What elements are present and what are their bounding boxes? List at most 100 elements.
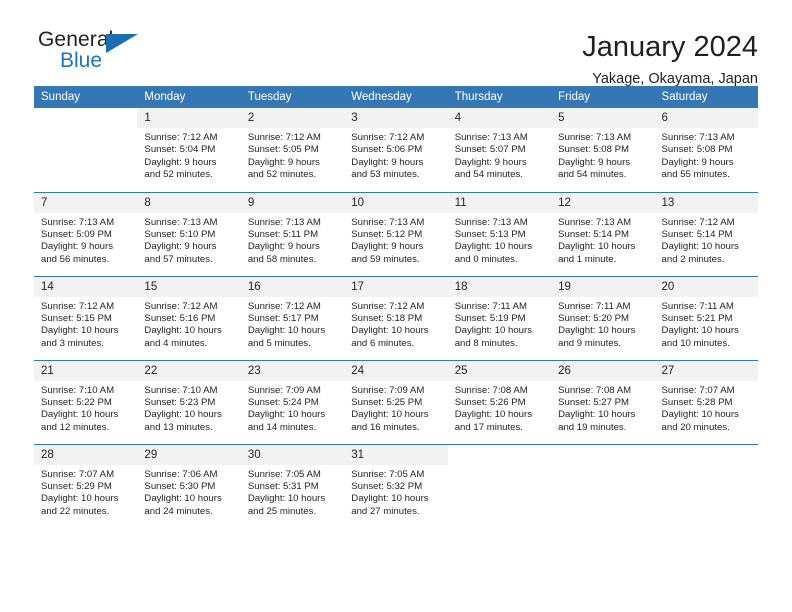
detail-sunset: Sunset: 5:08 PM [558,144,630,156]
detail-sunrise: Sunrise: 7:13 AM [247,216,321,228]
calendar-day-cell[interactable]: 15 Sunrise: 7:12 AM Sunset: 5:16 PM Dayligh… [137,275,241,360]
detail-daylight-line2: and 3 minutes. [41,337,104,349]
detail-sunset: Sunset: 5:07 PM [454,144,526,156]
day-number: 4 [447,108,552,128]
calendar-day-cell[interactable]: 20 Sunrise: 7:11 AM Sunset: 5:21 PM Dayligh… [654,275,758,360]
detail-sunrise: Sunrise: 7:09 AM [247,384,321,396]
day-number: 18 [447,276,552,297]
day-details: Sunrise: 7:09 AM Sunset: 5:25 PM Daylight:… [344,381,447,435]
logo-text-blue: Blue [60,49,103,72]
calendar-day-cell[interactable]: 28 Sunrise: 7:07 AM Sunset: 5:29 PM Dayligh… [34,443,138,528]
calendar-day-cell[interactable]: 26 Sunrise: 7:08 AM Sunset: 5:27 PM Dayligh… [551,359,655,444]
calendar-day-cell-empty [34,108,138,192]
detail-daylight-line2: and 9 minutes. [558,337,622,349]
day-number [551,444,655,465]
calendar-day-cell[interactable]: 16 Sunrise: 7:12 AM Sunset: 5:17 PM Dayligh… [240,275,345,360]
calendar-day-cell[interactable]: 30 Sunrise: 7:05 AM Sunset: 5:31 PM Dayligh… [240,443,345,528]
detail-daylight-line2: and 57 minutes. [144,253,213,265]
day-details: Sunrise: 7:13 AM Sunset: 5:09 PM Daylight:… [34,213,137,267]
calendar-week-row: 1 Sunrise: 7:12 AM Sunset: 5:04 PM Daylight… [34,108,758,192]
calendar-day-cell[interactable]: 25 Sunrise: 7:08 AM Sunset: 5:26 PM Dayligh… [447,359,552,444]
calendar-day-cell[interactable]: 18 Sunrise: 7:11 AM Sunset: 5:19 PM Dayligh… [447,275,552,360]
day-details: Sunrise: 7:13 AM Sunset: 5:07 PM Daylight:… [448,128,551,182]
day-details: Sunrise: 7:08 AM Sunset: 5:27 PM Daylight:… [551,381,654,435]
detail-daylight-line1: Daylight: 10 hours [661,409,739,421]
calendar-day-cell[interactable]: 13 Sunrise: 7:12 AM Sunset: 5:14 PM Dayligh… [654,191,758,276]
day-number [34,108,138,128]
day-number: 28 [34,444,138,465]
day-details: Sunrise: 7:12 AM Sunset: 5:06 PM Daylight:… [344,128,447,182]
day-details: Sunrise: 7:12 AM Sunset: 5:14 PM Daylight:… [655,213,758,267]
day-number: 27 [654,360,758,381]
detail-daylight-line2: and 5 minutes. [247,337,311,349]
day-number: 25 [447,360,552,381]
calendar-day-cell[interactable]: 10 Sunrise: 7:13 AM Sunset: 5:12 PM Dayligh… [344,191,448,276]
calendar-day-cell[interactable]: 3 Sunrise: 7:12 AM Sunset: 5:06 PM Daylight… [344,108,448,192]
calendar-day-cell[interactable]: 27 Sunrise: 7:07 AM Sunset: 5:28 PM Dayligh… [654,359,758,444]
day-details: Sunrise: 7:13 AM Sunset: 5:10 PM Daylight:… [137,213,240,267]
calendar-day-cell[interactable]: 22 Sunrise: 7:10 AM Sunset: 5:23 PM Dayligh… [137,359,241,444]
detail-daylight-line2: and 52 minutes. [247,169,317,181]
calendar-week-row: 21 Sunrise: 7:10 AM Sunset: 5:22 PM Dayligh… [34,359,758,444]
calendar-day-cell[interactable]: 2 Sunrise: 7:12 AM Sunset: 5:05 PM Daylight… [240,108,345,192]
calendar-day-cell[interactable]: 1 Sunrise: 7:12 AM Sunset: 5:04 PM Daylight… [137,108,241,192]
day-number: 30 [240,444,345,465]
day-number: 26 [551,360,655,381]
detail-daylight-line2: and 14 minutes. [247,421,317,433]
detail-daylight-line1: Daylight: 9 hours [144,241,217,253]
general-blue-logo[interactable]: General Blue [34,28,154,76]
day-number: 16 [240,276,345,297]
title-block: January 2024 Yakage, Okayama, Japan [582,28,758,90]
detail-daylight-line2: and 20 minutes. [661,421,730,433]
detail-sunset: Sunset: 5:08 PM [661,144,733,156]
detail-daylight-line1: Daylight: 10 hours [41,325,119,337]
day-number: 13 [654,192,758,213]
day-details: Sunrise: 7:12 AM Sunset: 5:05 PM Daylight:… [241,128,344,182]
day-details: Sunrise: 7:13 AM Sunset: 5:14 PM Daylight:… [551,213,654,267]
day-number: 22 [137,360,241,381]
detail-daylight-line2: and 27 minutes. [351,505,420,517]
detail-daylight-line1: Daylight: 10 hours [41,493,119,505]
day-number: 7 [34,192,138,213]
day-number: 9 [240,192,345,213]
calendar-day-cell[interactable]: 9 Sunrise: 7:13 AM Sunset: 5:11 PM Daylight… [240,191,345,276]
detail-sunset: Sunset: 5:10 PM [144,228,216,240]
detail-sunset: Sunset: 5:29 PM [41,480,112,492]
calendar-day-cell[interactable]: 14 Sunrise: 7:12 AM Sunset: 5:15 PM Dayligh… [34,275,138,360]
detail-sunset: Sunset: 5:06 PM [351,144,423,156]
calendar-day-cell[interactable]: 12 Sunrise: 7:13 AM Sunset: 5:14 PM Dayligh… [551,191,655,276]
calendar-day-cell[interactable]: 11 Sunrise: 7:13 AM Sunset: 5:13 PM Dayligh… [447,191,552,276]
calendar-day-cell[interactable]: 8 Sunrise: 7:13 AM Sunset: 5:10 PM Daylight… [137,191,241,276]
day-number: 20 [654,276,758,297]
detail-daylight-line2: and 6 minutes. [351,337,415,349]
detail-daylight-line1: Daylight: 9 hours [454,156,527,168]
calendar-day-cell[interactable]: 29 Sunrise: 7:06 AM Sunset: 5:30 PM Dayligh… [137,443,241,528]
weekday-header-wednesday: Wednesday [344,86,448,108]
calendar-day-cell[interactable]: 31 Sunrise: 7:05 AM Sunset: 5:32 PM Dayligh… [344,443,448,528]
calendar-day-cell[interactable]: 23 Sunrise: 7:09 AM Sunset: 5:24 PM Dayligh… [240,359,345,444]
detail-sunset: Sunset: 5:21 PM [661,312,733,324]
day-details: Sunrise: 7:08 AM Sunset: 5:26 PM Daylight:… [448,381,551,435]
calendar-day-cell[interactable]: 19 Sunrise: 7:11 AM Sunset: 5:20 PM Dayligh… [551,275,655,360]
day-details: Sunrise: 7:13 AM Sunset: 5:12 PM Daylight:… [344,213,447,267]
day-details: Sunrise: 7:06 AM Sunset: 5:30 PM Daylight:… [137,465,240,519]
calendar-day-cell[interactable]: 5 Sunrise: 7:13 AM Sunset: 5:08 PM Daylight… [551,108,655,192]
detail-sunset: Sunset: 5:11 PM [247,228,319,240]
detail-daylight-line2: and 55 minutes. [661,169,730,181]
day-number: 31 [344,444,448,465]
page-subtitle-location: Yakage, Okayama, Japan [592,71,758,87]
day-number: 11 [447,192,552,213]
detail-daylight-line1: Daylight: 10 hours [351,325,429,337]
calendar-day-cell[interactable]: 21 Sunrise: 7:10 AM Sunset: 5:22 PM Dayligh… [34,359,138,444]
day-number: 1 [137,108,241,128]
detail-daylight-line1: Daylight: 10 hours [144,493,222,505]
calendar-day-cell[interactable]: 4 Sunrise: 7:13 AM Sunset: 5:07 PM Daylight… [447,108,552,192]
detail-daylight-line1: Daylight: 10 hours [144,409,222,421]
detail-daylight-line1: Daylight: 9 hours [351,241,424,253]
detail-daylight-line2: and 8 minutes. [454,337,518,349]
calendar-day-cell[interactable]: 24 Sunrise: 7:09 AM Sunset: 5:25 PM Dayligh… [344,359,448,444]
calendar-day-cell[interactable]: 6 Sunrise: 7:13 AM Sunset: 5:08 PM Daylight… [654,108,758,192]
day-number [654,444,758,465]
calendar-day-cell[interactable]: 7 Sunrise: 7:13 AM Sunset: 5:09 PM Daylight… [34,191,138,276]
calendar-day-cell[interactable]: 17 Sunrise: 7:12 AM Sunset: 5:18 PM Dayligh… [344,275,448,360]
